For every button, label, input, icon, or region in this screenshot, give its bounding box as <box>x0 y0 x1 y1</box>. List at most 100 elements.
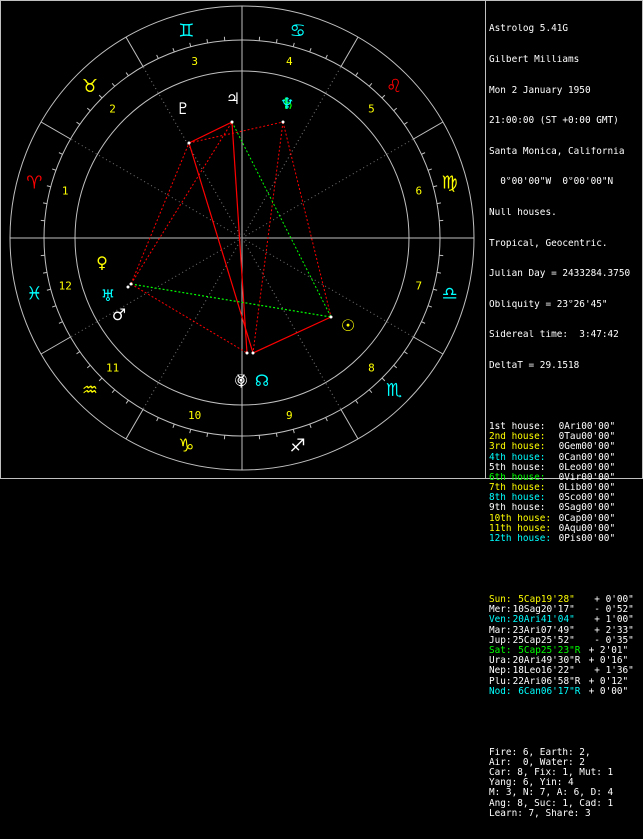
app-window: ♈♉♊♋♌♍♎♏♐♑♒♓123456789101112♀♅♂♇♃♄☉☿♆☉☊ A… <box>0 0 643 479</box>
planet-row: Ura: 20Ari49'30"R + 0'16" <box>489 656 641 666</box>
house-cusp-value: 0Ari00'00" <box>553 422 615 432</box>
planet-speed: + 1'36" <box>583 666 634 676</box>
degree-tick <box>99 95 102 98</box>
planet-name: Jup: <box>489 636 507 646</box>
aspect-line <box>232 122 331 317</box>
aries-sign-icon: ♈ <box>26 172 42 193</box>
planet-position: 5Cap19'28" <box>507 595 583 605</box>
sign-divider <box>413 337 442 354</box>
degree-tick <box>47 289 51 290</box>
planet-speed: + 1'00" <box>583 615 634 625</box>
planet-row: Sun: 5Cap19'28" + 0'00" <box>489 595 641 605</box>
degree-tick <box>369 83 372 86</box>
house-cusp-label: 12th house: <box>489 534 553 544</box>
planet-position: 22Ari06'58"R <box>507 677 583 687</box>
leo-sign-icon: ♌ <box>386 76 402 97</box>
degree-tick <box>310 48 311 52</box>
planet-row: Mar: 23Ari07'49" + 2'33" <box>489 626 641 636</box>
planet-marker <box>252 352 255 355</box>
degree-tick <box>99 378 102 381</box>
aspect-line <box>131 284 331 317</box>
degree-tick <box>382 95 385 98</box>
planet-marker <box>282 121 285 124</box>
degree-tick <box>433 289 437 290</box>
degree-tick <box>394 365 397 368</box>
degree-tick <box>43 272 47 273</box>
degree-tick <box>59 153 63 155</box>
birth-date: Mon 2 January 1950 <box>489 86 641 96</box>
degree-tick <box>112 83 115 86</box>
program-title: Astrolog 5.41G <box>489 24 641 34</box>
degree-tick <box>43 203 47 204</box>
house-cusp-line <box>242 238 413 337</box>
degree-tick <box>310 424 311 428</box>
planet-row: Nod: 6Can06'17"R + 0'00" <box>489 687 641 697</box>
planet-speed: - 0'52" <box>583 605 634 615</box>
planet-speed: + 0'16" <box>583 656 628 666</box>
house-cusp-row: 1st house: 0Ari00'00" <box>489 422 641 432</box>
degree-tick <box>421 322 425 324</box>
house-cusp-label: 8th house: <box>489 493 553 503</box>
house-cusp-row: 9th house: 0Sag00'00" <box>489 503 641 513</box>
pisces-sign-icon: ♓ <box>26 284 42 305</box>
degree-tick <box>404 122 407 124</box>
house-cusp-label: 3rd house: <box>489 442 553 452</box>
planet-speed: + 0'00" <box>583 687 628 697</box>
house-cusp-row: 8th house: 0Sco00'00" <box>489 493 641 503</box>
degree-tick <box>190 429 191 433</box>
uranus-planet-icon: ♅ <box>101 286 115 305</box>
house-cusp-row: 4th house: 0Can00'00" <box>489 453 641 463</box>
degree-tick <box>47 186 51 187</box>
house-number: 4 <box>286 55 293 68</box>
planet-name: Nod: <box>489 687 507 697</box>
planet-position: 18Leo16'22" <box>507 666 583 676</box>
planet-position: 20Ari41'04" <box>507 615 583 625</box>
degree-tick <box>59 322 63 324</box>
degree-tick <box>77 122 80 124</box>
planet-speed: + 2'33" <box>583 626 634 636</box>
aspect-line <box>189 122 232 143</box>
planet-position: 5Cap25'23"R <box>507 646 583 656</box>
house-cusp-value: 0Gem00'00" <box>553 442 615 452</box>
person-name: Gilbert Milliams <box>489 55 641 65</box>
aspect-line <box>253 317 331 353</box>
planet-name: Ven: <box>489 615 507 625</box>
degree-tick <box>112 390 115 393</box>
planet-marker <box>127 286 130 289</box>
summary-line: M: 3, N: 7, A: 6, D: 4 <box>489 788 641 798</box>
house-cusp-row: 10th house: 0Cap00'00" <box>489 514 641 524</box>
house-cusp-label: 9th house: <box>489 503 553 513</box>
degree-tick <box>77 352 80 354</box>
degree-tick <box>293 43 294 47</box>
house-cusp-line <box>143 238 242 409</box>
house-cusp-row: 2nd house: 0Tau00'00" <box>489 432 641 442</box>
house-cusp-value: 0Lib00'00" <box>553 483 615 493</box>
house-cusp-label: 4th house: <box>489 453 553 463</box>
aspect-line <box>131 122 232 284</box>
element-summary: Fire: 6, Earth: 2,Air: 0, Water: 2Car: 8… <box>489 748 641 819</box>
planet-marker <box>188 142 191 145</box>
degree-tick <box>421 153 425 155</box>
sign-divider <box>413 122 442 139</box>
planet-name: Plu: <box>489 677 507 687</box>
degree-tick <box>428 306 432 307</box>
degree-tick <box>356 400 358 403</box>
node-planet-icon: ☊ <box>255 371 269 390</box>
house-cusp-value: 0Can00'00" <box>553 453 615 463</box>
summary-line: Car: 8, Fix: 1, Mut: 1 <box>489 768 641 778</box>
house-cusp-value: 0Sag00'00" <box>553 503 615 513</box>
degree-tick <box>394 108 397 111</box>
sagittarius-sign-icon: ♐ <box>290 436 306 457</box>
house-cusp-row: 12th house: 0Pis00'00" <box>489 534 641 544</box>
degree-tick <box>369 390 372 393</box>
planet-speed: - 0'35" <box>583 636 634 646</box>
house-cusp-row: 7th house: 0Lib00'00" <box>489 483 641 493</box>
degree-tick <box>126 400 128 403</box>
mars-planet-icon: ♂ <box>112 305 126 324</box>
scorpio-sign-icon: ♏ <box>386 380 402 401</box>
planet-speed: + 0'12" <box>583 677 628 687</box>
degree-tick <box>428 169 432 170</box>
aspect-line <box>131 143 189 284</box>
house-number: 10 <box>188 409 201 422</box>
pluto-planet-icon: ♇ <box>176 99 190 118</box>
